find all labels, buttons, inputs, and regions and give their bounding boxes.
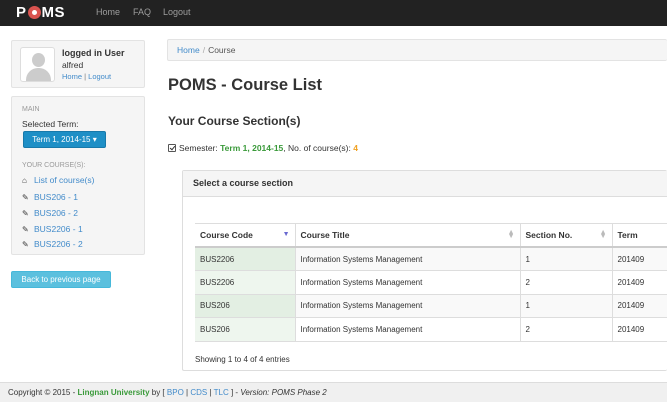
nav-home-link[interactable]: Home xyxy=(96,7,120,17)
nav-logout-link[interactable]: Logout xyxy=(163,7,191,17)
breadcrumb: Home / Course xyxy=(167,39,667,61)
breadcrumb-current: Course xyxy=(208,45,236,55)
footer-version: Version: POMS Phase 2 xyxy=(240,388,327,397)
column-header-term[interactable]: Term xyxy=(611,223,667,248)
table-row[interactable]: BUS2206 Information Systems Management 1… xyxy=(195,247,667,271)
user-logout-link[interactable]: Logout xyxy=(88,72,111,81)
term-dropdown-button[interactable]: Term 1, 2014-15 ▾ xyxy=(23,131,106,148)
sidebar-item-bus206-1[interactable]: ✎ BUS206 - 1 xyxy=(22,192,78,202)
table-row[interactable]: BUS2206 Information Systems Management 2… xyxy=(195,270,667,295)
sort-icon: ▲ ▼ xyxy=(507,229,515,240)
footer-cds-link[interactable]: CDS xyxy=(190,388,207,397)
back-button[interactable]: Back to previous page xyxy=(11,271,111,288)
user-links: Home | Logout xyxy=(62,72,112,81)
panel-title: Select a course section xyxy=(183,171,667,197)
page-title: POMS - Course List xyxy=(168,76,323,94)
column-header-course-title[interactable]: Course Title ▲ ▼ xyxy=(294,223,520,248)
table-row[interactable]: BUS206 Information Systems Management 1 … xyxy=(195,294,667,318)
semester-value: Term 1, 2014-15 xyxy=(220,143,284,153)
logo-o-icon xyxy=(27,6,41,19)
footer-bpo-link[interactable]: BPO xyxy=(167,388,184,397)
main-header: MAIN xyxy=(22,106,40,113)
selected-term-label: Selected Term: xyxy=(22,119,79,129)
section-title: Your Course Section(s) xyxy=(168,114,301,128)
sidebar-item-course-list[interactable]: ⌂ List of course(s) xyxy=(22,175,94,185)
edit-icon: ✎ xyxy=(22,193,29,202)
course-section-panel: Select a course section Course Code ▼ Cou… xyxy=(182,170,667,371)
courses-header: YOUR COURSE(S): xyxy=(22,162,86,169)
edit-icon: ✎ xyxy=(22,225,29,234)
checkbox-icon xyxy=(168,144,176,152)
footer-university-link[interactable]: Lingnan University xyxy=(78,388,150,397)
semester-info: Semester: Term 1, 2014-15, No. of course… xyxy=(168,143,358,153)
column-header-section-no[interactable]: Section No. ▲ ▼ xyxy=(519,223,612,248)
course-table: Course Code ▼ Course Title ▲ ▼ Section No. ▲… xyxy=(195,223,667,342)
footer-tlc-link[interactable]: TLC xyxy=(214,388,229,397)
edit-icon: ✎ xyxy=(22,209,29,218)
sort-icon: ▲ ▼ xyxy=(599,229,607,240)
sidebar-menu: MAIN Selected Term: Term 1, 2014-15 ▾ YO… xyxy=(11,96,145,255)
sidebar-item-bus2206-2[interactable]: ✎ BUS2206 - 2 xyxy=(22,239,83,249)
breadcrumb-home-link[interactable]: Home xyxy=(177,45,200,55)
user-name: alfred xyxy=(62,60,84,70)
home-icon: ⌂ xyxy=(22,176,27,185)
avatar xyxy=(20,47,55,82)
edit-icon: ✎ xyxy=(22,240,29,249)
sidebar-item-bus206-2[interactable]: ✎ BUS206 - 2 xyxy=(22,208,78,218)
top-navbar: P MS Home FAQ Logout xyxy=(0,0,667,26)
table-row[interactable]: BUS206 Information Systems Management 2 … xyxy=(195,317,667,342)
user-home-link[interactable]: Home xyxy=(62,72,82,81)
nav-faq-link[interactable]: FAQ xyxy=(133,7,151,17)
footer: Copyright © 2015 - Lingnan University by… xyxy=(0,382,667,402)
table-info: Showing 1 to 4 of 4 entries xyxy=(195,355,290,364)
course-count: 4 xyxy=(353,143,358,153)
user-panel: logged in User alfred Home | Logout xyxy=(11,40,145,88)
sidebar-item-bus2206-1[interactable]: ✎ BUS2206 - 1 xyxy=(22,224,83,234)
sort-desc-icon: ▼ xyxy=(282,231,290,238)
user-panel-title: logged in User xyxy=(62,48,125,58)
poms-logo[interactable]: P MS xyxy=(16,4,65,21)
column-header-course-code[interactable]: Course Code ▼ xyxy=(195,223,295,248)
